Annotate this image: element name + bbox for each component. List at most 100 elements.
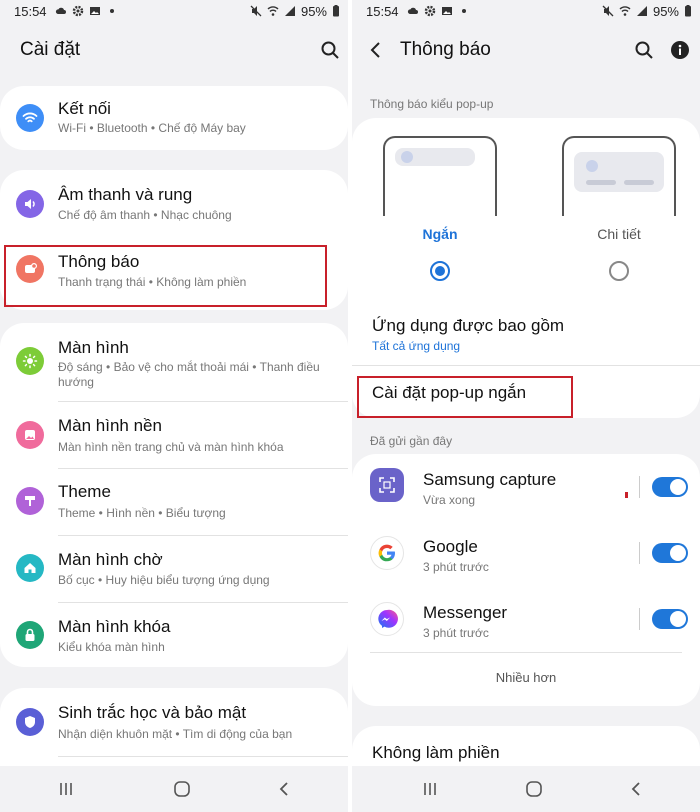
app-toggle[interactable] bbox=[652, 609, 688, 629]
more-button[interactable]: Nhiều hơn bbox=[352, 670, 700, 685]
settings-item-subtitle: Độ sáng • Bảo vệ cho mắt thoải mái • Tha… bbox=[58, 360, 320, 389]
settings-item-display[interactable]: Màn hình Độ sáng • Bảo vệ cho mắt thoải … bbox=[0, 323, 348, 401]
settings-group-security: Sinh trắc học và bảo mật Nhận diện khuôn… bbox=[0, 688, 348, 778]
section-header-popup: Thông báo kiểu pop-up bbox=[370, 97, 494, 111]
recents-button[interactable] bbox=[54, 778, 78, 800]
capture-icon bbox=[370, 468, 404, 502]
navigation-bar bbox=[0, 766, 348, 812]
app-time: Vừa xong bbox=[423, 493, 476, 507]
settings-screen: 15:54 95% Cài đặt Kết nối Wi-Fi • Blueto… bbox=[0, 0, 348, 812]
battery-percent: 95% bbox=[652, 3, 679, 19]
popup-settings-card: Ngắn Chi tiết Ứng dụng được bao gồm Tất … bbox=[352, 118, 700, 418]
recents-button[interactable] bbox=[418, 778, 442, 800]
search-icon bbox=[635, 41, 653, 59]
cloud-icon bbox=[407, 7, 418, 14]
radio-brief[interactable] bbox=[430, 261, 450, 281]
app-row-google[interactable]: Google 3 phút trước bbox=[352, 520, 700, 586]
settings-item-lock-screen[interactable]: Màn hình khóa Kiểu khóa màn hình bbox=[0, 603, 348, 667]
info-button[interactable] bbox=[668, 38, 692, 62]
wallpaper-icon bbox=[16, 421, 44, 449]
theme-icon bbox=[16, 487, 44, 515]
mute-icon bbox=[602, 5, 614, 17]
messenger-icon bbox=[370, 602, 404, 636]
home-circle-icon bbox=[526, 781, 542, 797]
do-not-disturb-title: Không làm phiền bbox=[372, 743, 500, 762]
settings-item-title: Màn hình bbox=[58, 338, 129, 357]
settings-item-subtitle: Wi-Fi • Bluetooth • Chế độ Máy bay bbox=[58, 121, 246, 135]
volume-icon bbox=[16, 190, 44, 218]
highlight-box bbox=[4, 245, 327, 307]
info-icon bbox=[671, 41, 689, 59]
settings-item-wallpaper[interactable]: Màn hình nền Màn hình nền trang chủ và m… bbox=[0, 402, 348, 468]
dot-icon bbox=[461, 9, 466, 13]
lock-icon bbox=[16, 621, 44, 649]
navigation-bar bbox=[352, 766, 700, 812]
battery-icon bbox=[685, 5, 691, 17]
settings-item-connections[interactable]: Kết nối Wi-Fi • Bluetooth • Chế độ Máy b… bbox=[0, 86, 348, 150]
app-row-samsung-capture[interactable]: Samsung capture Vừa xong bbox=[352, 454, 700, 520]
app-row-messenger[interactable]: Messenger 3 phút trước bbox=[352, 586, 700, 652]
gear-icon bbox=[72, 5, 83, 17]
brightness-icon bbox=[16, 347, 44, 375]
settings-item-subtitle: Nhận diện khuôn mặt • Tìm di động của bạ… bbox=[58, 727, 293, 741]
app-toggle[interactable] bbox=[652, 477, 688, 497]
brief-popup-preview[interactable] bbox=[383, 136, 497, 216]
toggle-divider bbox=[639, 542, 640, 564]
search-icon bbox=[321, 41, 339, 59]
settings-item-sound[interactable]: Âm thanh và rung Chế độ âm thanh • Nhạc … bbox=[0, 170, 348, 236]
app-name: Messenger bbox=[423, 603, 508, 622]
back-icon bbox=[631, 782, 640, 796]
recents-icon bbox=[424, 783, 436, 795]
settings-item-subtitle: Chế độ âm thanh • Nhạc chuông bbox=[58, 208, 232, 222]
back-arrow-button[interactable] bbox=[364, 38, 388, 62]
settings-item-title: Sinh trắc học và bảo mật bbox=[58, 703, 247, 722]
red-mark bbox=[625, 492, 628, 498]
battery-percent: 95% bbox=[300, 3, 327, 19]
option-brief-label: Ngắn bbox=[422, 226, 458, 242]
mute-icon bbox=[250, 5, 262, 17]
signal-icon bbox=[284, 6, 295, 16]
wifi-icon bbox=[16, 104, 44, 132]
settings-item-title: Âm thanh và rung bbox=[58, 185, 193, 204]
app-time: 3 phút trước bbox=[423, 560, 489, 574]
wifi-status-icon bbox=[267, 6, 279, 16]
settings-item-subtitle: Màn hình nền trang chủ và màn hình khóa bbox=[58, 440, 284, 454]
notifications-header: Thông báo bbox=[352, 28, 700, 72]
back-button[interactable] bbox=[272, 778, 296, 800]
shield-icon bbox=[16, 708, 44, 736]
wifi-status-icon bbox=[619, 6, 631, 16]
settings-item-title: Màn hình khóa bbox=[58, 617, 171, 636]
dot-icon bbox=[109, 9, 114, 13]
home-button[interactable] bbox=[522, 778, 546, 800]
home-icon bbox=[16, 554, 44, 582]
radio-detailed[interactable] bbox=[609, 261, 629, 281]
settings-item-title: Theme bbox=[58, 482, 111, 501]
back-arrow-icon bbox=[370, 42, 380, 58]
status-time: 15:54 bbox=[14, 3, 47, 19]
settings-item-title: Màn hình chờ bbox=[58, 550, 163, 569]
home-circle-icon bbox=[174, 781, 190, 797]
image-icon bbox=[89, 7, 100, 15]
settings-item-theme[interactable]: Theme Theme • Hình nền • Biểu tượng bbox=[0, 469, 348, 535]
settings-item-home-screen[interactable]: Màn hình chờ Bố cục • Huy hiệu biểu tượn… bbox=[0, 536, 348, 602]
search-button[interactable] bbox=[632, 38, 656, 62]
app-toggle[interactable] bbox=[652, 543, 688, 563]
settings-item-subtitle: Bố cục • Huy hiệu biểu tượng ứng dụng bbox=[58, 573, 270, 587]
signal-icon bbox=[636, 6, 647, 16]
detailed-popup-preview[interactable] bbox=[562, 136, 676, 216]
status-bar: 15:54 95% bbox=[352, 0, 700, 22]
settings-item-biometrics[interactable]: Sinh trắc học và bảo mật Nhận diện khuôn… bbox=[0, 688, 348, 756]
settings-item-title: Kết nối bbox=[58, 99, 111, 118]
status-time: 15:54 bbox=[366, 3, 399, 19]
battery-icon bbox=[333, 5, 339, 17]
section-header-recent: Đã gửi gần đây bbox=[370, 434, 453, 448]
back-button[interactable] bbox=[624, 778, 648, 800]
settings-group-display: Màn hình Độ sáng • Bảo vệ cho mắt thoải … bbox=[0, 323, 348, 667]
included-apps-item[interactable]: Ứng dụng được bao gồm Tất cả ứng dụng bbox=[352, 304, 700, 362]
search-button[interactable] bbox=[318, 38, 342, 62]
divider bbox=[370, 652, 682, 653]
settings-item-subtitle: Kiểu khóa màn hình bbox=[58, 640, 165, 654]
settings-item-subtitle: Theme • Hình nền • Biểu tượng bbox=[58, 506, 226, 520]
home-button[interactable] bbox=[170, 778, 194, 800]
included-apps-value: Tất cả ứng dụng bbox=[372, 339, 461, 353]
